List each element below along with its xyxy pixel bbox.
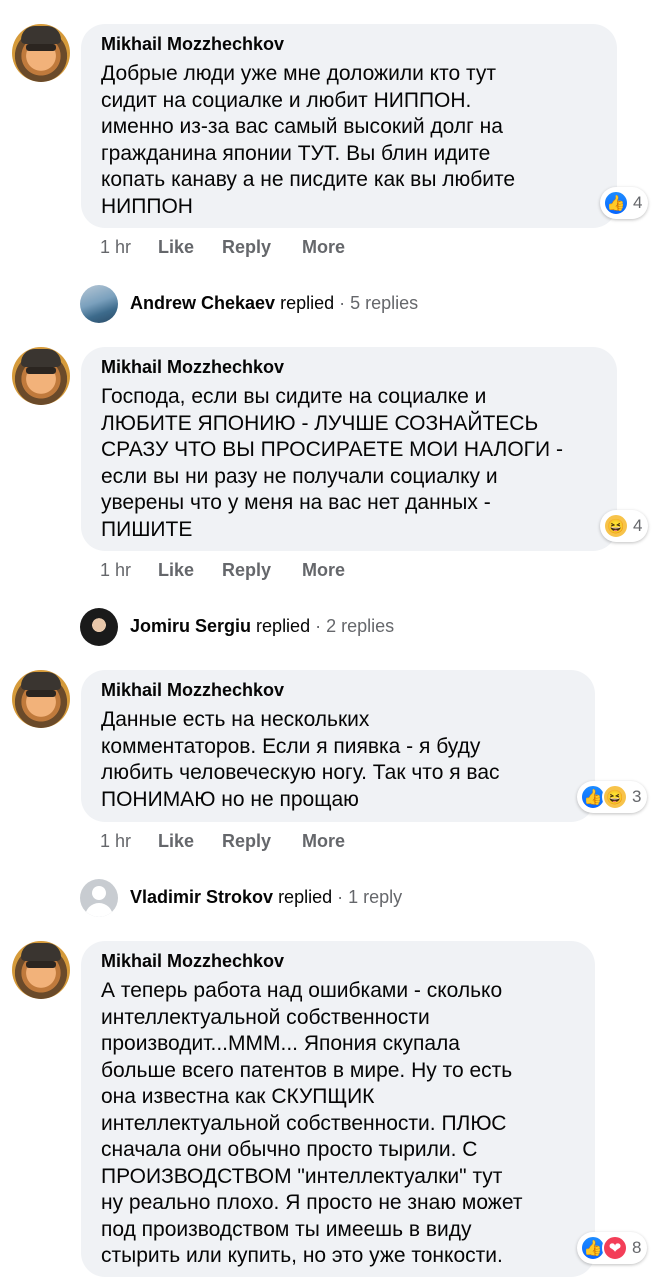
reply-button[interactable]: Reply bbox=[222, 237, 302, 258]
replier-name: Andrew Chekaev bbox=[130, 293, 276, 313]
more-button[interactable]: More bbox=[302, 560, 345, 581]
reaction-summary[interactable]: 👍 4 bbox=[600, 187, 649, 219]
reply-count: · 2 replies bbox=[315, 616, 395, 636]
comment-actions: 1 hr Like Reply More bbox=[100, 831, 345, 852]
reply-count: · 1 reply bbox=[337, 887, 403, 907]
replier-name: Vladimir Strokov bbox=[130, 887, 274, 907]
comment-text: А теперь работа над ошибками - сколько и… bbox=[101, 979, 523, 1267]
more-button[interactable]: More bbox=[302, 237, 345, 258]
comment-author[interactable]: Mikhail Mozzhechkov bbox=[101, 34, 597, 55]
reaction-count: 3 bbox=[632, 787, 642, 806]
comment-timestamp[interactable]: 1 hr bbox=[100, 831, 158, 852]
comment-actions: 1 hr Like Reply More bbox=[100, 237, 345, 258]
reaction-summary[interactable]: 😆 4 bbox=[600, 510, 649, 542]
reaction-summary[interactable]: 👍 😆 3 bbox=[577, 781, 648, 813]
replier-avatar[interactable] bbox=[80, 879, 118, 917]
like-button[interactable]: Like bbox=[158, 831, 222, 852]
comment-text: Добрые люди уже мне доложили кто тут сид… bbox=[101, 62, 516, 218]
comment-bubble[interactable]: Mikhail Mozzhechkov А теперь работа над … bbox=[81, 941, 595, 1277]
reaction-count: 8 bbox=[632, 1238, 642, 1257]
comment-timestamp[interactable]: 1 hr bbox=[100, 237, 158, 258]
reaction-count: 4 bbox=[633, 516, 643, 535]
view-replies-link[interactable]: Vladimir Strokov replied · 1 reply bbox=[130, 887, 402, 908]
love-reaction-icon: ❤ bbox=[602, 1235, 628, 1261]
avatar[interactable] bbox=[12, 670, 70, 728]
like-button[interactable]: Like bbox=[158, 560, 222, 581]
reaction-summary[interactable]: 👍 ❤ 8 bbox=[577, 1232, 648, 1264]
reply-button[interactable]: Reply bbox=[222, 560, 302, 581]
replier-name: Jomiru Sergiu bbox=[130, 616, 252, 636]
reply-count: · 5 replies bbox=[339, 293, 419, 313]
avatar[interactable] bbox=[12, 941, 70, 999]
comment-text: Господа, если вы сидите на социалке и ЛЮ… bbox=[101, 385, 563, 541]
comment-actions: 1 hr Like Reply More bbox=[100, 560, 345, 581]
replier-avatar[interactable] bbox=[80, 608, 118, 646]
avatar[interactable] bbox=[12, 24, 70, 82]
avatar[interactable] bbox=[12, 347, 70, 405]
comment-bubble[interactable]: Mikhail Mozzhechkov Господа, если вы сид… bbox=[81, 347, 617, 551]
reply-button[interactable]: Reply bbox=[222, 831, 302, 852]
replied-label: replied bbox=[256, 616, 311, 636]
comment-author[interactable]: Mikhail Mozzhechkov bbox=[101, 357, 597, 378]
like-reaction-icon: 👍 bbox=[603, 190, 629, 216]
view-replies-link[interactable]: Jomiru Sergiu replied · 2 replies bbox=[130, 616, 394, 637]
comment-timestamp[interactable]: 1 hr bbox=[100, 560, 158, 581]
comment-bubble[interactable]: Mikhail Mozzhechkov Добрые люди уже мне … bbox=[81, 24, 617, 228]
reaction-count: 4 bbox=[633, 193, 643, 212]
comment-author[interactable]: Mikhail Mozzhechkov bbox=[101, 680, 575, 701]
like-button[interactable]: Like bbox=[158, 237, 222, 258]
replier-avatar[interactable] bbox=[80, 285, 118, 323]
view-replies-link[interactable]: Andrew Chekaev replied · 5 replies bbox=[130, 293, 418, 314]
haha-reaction-icon: 😆 bbox=[602, 784, 628, 810]
replied-label: replied bbox=[280, 293, 335, 313]
comment-bubble[interactable]: Mikhail Mozzhechkov Данные есть на неско… bbox=[81, 670, 595, 822]
more-button[interactable]: More bbox=[302, 831, 345, 852]
haha-reaction-icon: 😆 bbox=[603, 513, 629, 539]
comment-author[interactable]: Mikhail Mozzhechkov bbox=[101, 951, 575, 972]
replied-label: replied bbox=[278, 887, 333, 907]
comment-text: Данные есть на нескольких комментаторов.… bbox=[101, 708, 500, 811]
